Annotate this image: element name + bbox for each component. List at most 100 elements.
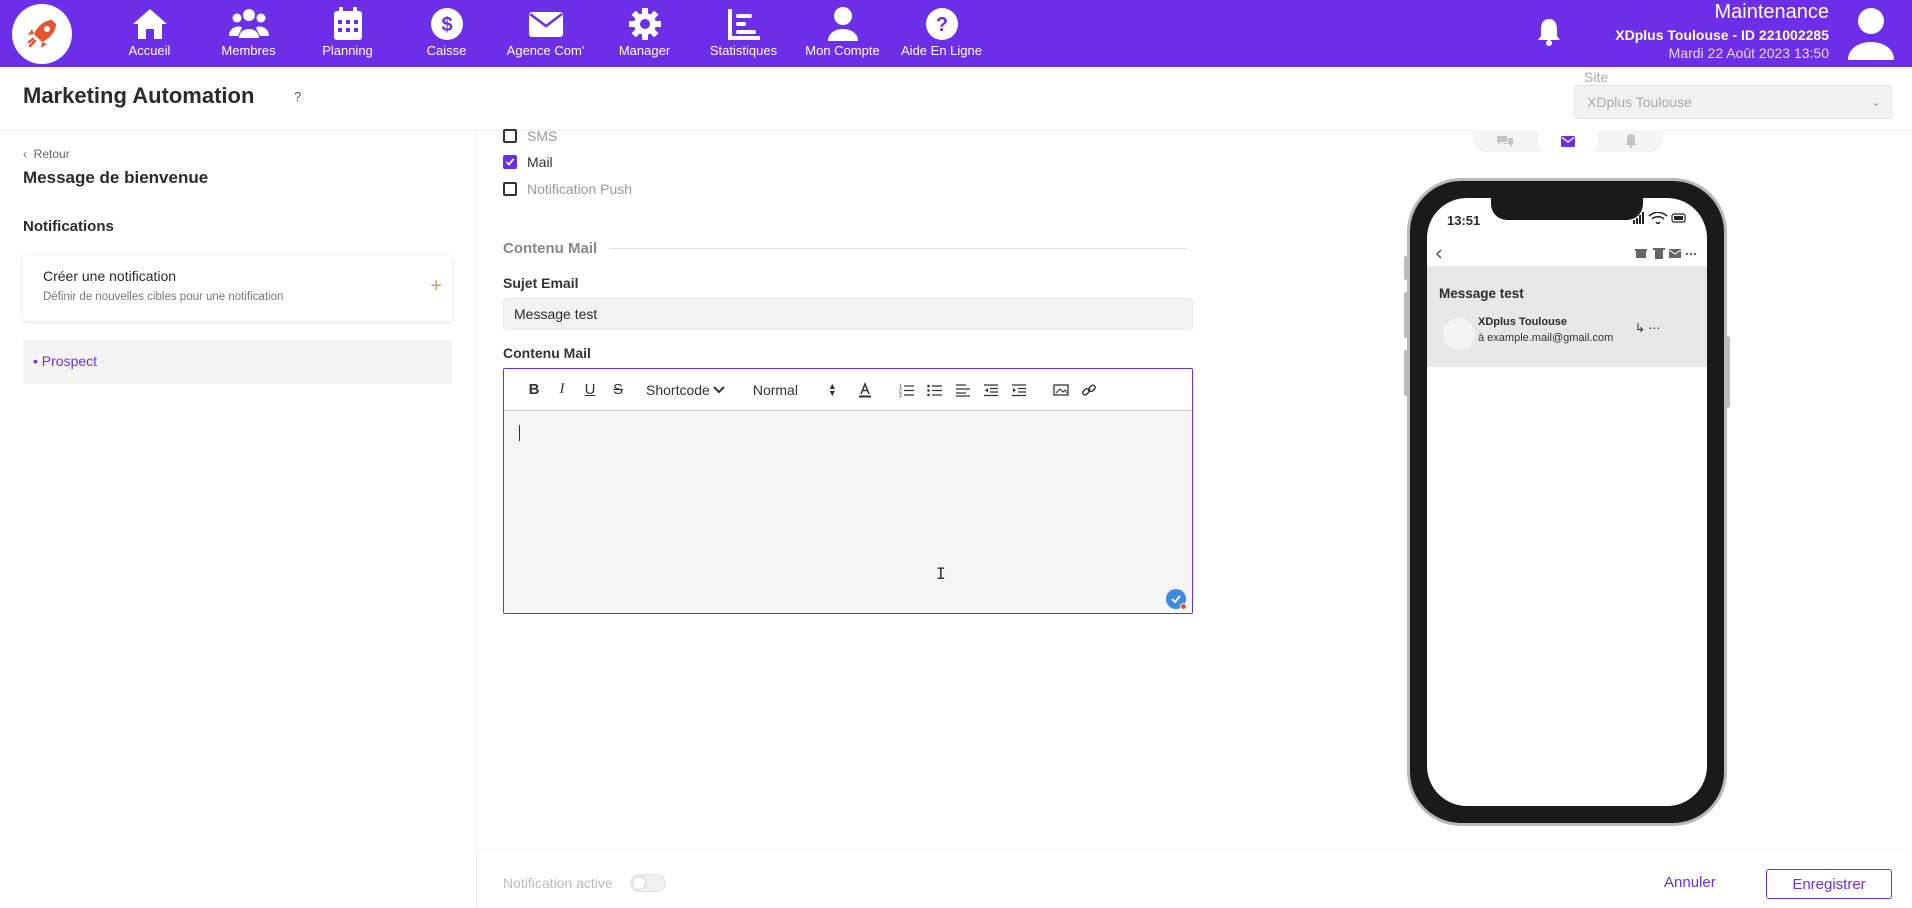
site-select[interactable]: XDplus Toulouse ⌄ — [1574, 85, 1892, 119]
italic-button[interactable]: I — [548, 377, 576, 403]
bullet-list-button[interactable] — [921, 377, 949, 403]
nav-label: Membres — [221, 43, 276, 58]
nav-label: Manager — [618, 43, 671, 58]
cancel-button[interactable]: Annuler — [1664, 874, 1716, 891]
editor-toolbar: B I U S Shortcode Normal ▲ ▼ 123 — [504, 369, 1192, 411]
notification-active-toggle[interactable] — [630, 874, 666, 892]
strikethrough-button[interactable]: S — [604, 377, 632, 403]
shortcode-dropdown[interactable]: Shortcode — [646, 382, 725, 398]
text-caret — [519, 425, 520, 441]
toggle-knob — [633, 877, 645, 889]
bold-button[interactable]: B — [520, 377, 548, 403]
help-icon: ? — [925, 8, 958, 40]
phone-mail-recipient: à example.mail@gmail.com — [1478, 332, 1614, 344]
outdent-icon — [983, 383, 998, 396]
tab-sms[interactable] — [1475, 130, 1535, 152]
subject-input[interactable]: Message test — [503, 298, 1193, 330]
check-icon — [505, 158, 515, 166]
nav-item-agence-com[interactable]: Agence Com' — [496, 0, 595, 67]
underline-button[interactable]: U — [576, 377, 604, 403]
notifications-heading: Notifications — [23, 218, 114, 235]
mode-label: Maintenance — [1714, 1, 1829, 23]
nav-label: Aide En Ligne — [901, 43, 982, 58]
channel-sms[interactable]: SMS — [503, 128, 557, 144]
rich-text-editor[interactable]: B I U S Shortcode Normal ▲ ▼ 123 — [503, 368, 1193, 614]
phone-side-button — [1726, 336, 1730, 408]
nav-item-membres[interactable]: Membres — [199, 0, 298, 67]
mail-label: Mail — [527, 154, 553, 170]
create-notification-title: Créer une notification — [43, 268, 177, 284]
nav-item-aide-en-ligne[interactable]: ? Aide En Ligne — [892, 0, 991, 67]
dollar-icon: $ — [430, 8, 463, 40]
phone-screen: 13:51 Message test XDplus Toulouse à exa… — [1427, 198, 1707, 806]
main-nav: Accueil Membres Planning $ Caisse Agence… — [100, 0, 991, 67]
sidebar-item-prospect[interactable]: • Prospect — [23, 340, 452, 384]
plus-icon[interactable]: + — [430, 275, 442, 298]
top-navigation-bar: Accueil Membres Planning $ Caisse Agence… — [0, 0, 1912, 67]
help-button[interactable]: ? — [294, 89, 301, 104]
nav-item-planning[interactable]: Planning — [298, 0, 397, 67]
user-icon — [827, 7, 858, 41]
site-select-value: XDplus Toulouse — [1587, 94, 1692, 110]
editor-content-area[interactable] — [504, 411, 1192, 613]
push-label: Notification Push — [527, 181, 633, 197]
sms-checkbox[interactable] — [503, 129, 517, 143]
nav-item-caisse[interactable]: $ Caisse — [397, 0, 496, 67]
ordered-list-icon: 123 — [899, 384, 914, 397]
indent-icon — [1011, 383, 1026, 396]
site-id: XDplus Toulouse - ID 221002285 — [1615, 27, 1829, 43]
rocket-logo-icon[interactable] — [12, 4, 72, 64]
link-icon — [1081, 383, 1096, 396]
channel-mail[interactable]: Mail — [503, 154, 553, 170]
outdent-button[interactable] — [977, 377, 1005, 403]
size-dropdown[interactable]: Normal ▲ ▼ — [752, 381, 837, 398]
push-checkbox[interactable] — [503, 182, 517, 196]
divider — [609, 248, 1187, 249]
tab-mail[interactable] — [1537, 130, 1598, 152]
chat-icon — [1496, 136, 1513, 147]
tab-push[interactable] — [1601, 130, 1661, 152]
phone-mail-toolbar — [1427, 242, 1707, 266]
back-label: Retour — [33, 147, 70, 161]
align-button[interactable] — [949, 377, 977, 403]
nav-label: Caisse — [426, 43, 467, 58]
back-link[interactable]: ‹ Retour — [23, 147, 70, 161]
indent-button[interactable] — [1005, 377, 1033, 403]
save-button[interactable]: Enregistrer — [1766, 869, 1892, 899]
envelope-icon — [528, 12, 563, 37]
phone-side-button — [1404, 256, 1408, 280]
text-cursor-icon: I — [936, 564, 946, 583]
nav-item-accueil[interactable]: Accueil — [100, 0, 199, 67]
nav-item-statistiques[interactable]: Statistiques — [694, 0, 793, 67]
bell-icon[interactable] — [1533, 16, 1565, 48]
create-notification-card[interactable]: Créer une notification Définir de nouvel… — [23, 255, 452, 321]
page-header: Marketing Automation ? Site XDplus Toulo… — [0, 67, 1912, 131]
mail-checkbox[interactable] — [503, 155, 517, 169]
text-color-button[interactable] — [851, 377, 879, 403]
nav-item-manager[interactable]: Manager — [595, 0, 694, 67]
shortcode-label: Shortcode — [646, 381, 710, 398]
size-label: Normal — [752, 381, 798, 398]
user-info: Maintenance XDplus Toulouse - ID 2210022… — [1615, 0, 1829, 61]
chevron-down-icon: ⌄ — [1870, 95, 1881, 109]
image-button[interactable] — [1047, 377, 1075, 403]
nav-label: Mon Compte — [805, 43, 880, 58]
home-icon — [132, 9, 167, 39]
nav-label: Agence Com' — [506, 43, 585, 58]
chevron-down-icon — [713, 385, 725, 393]
phone-side-button — [1404, 292, 1408, 338]
link-button[interactable] — [1075, 377, 1103, 403]
section-contenu-mail: Contenu Mail — [503, 240, 1187, 257]
status-bar-icons — [1633, 212, 1686, 224]
grammar-check-icon[interactable] — [1166, 589, 1187, 610]
envelope-icon — [1560, 135, 1575, 147]
gear-icon — [628, 8, 661, 40]
message-title: Message de bienvenue — [23, 168, 209, 187]
bullet-list-icon — [927, 384, 942, 396]
nav-item-mon-compte[interactable]: Mon Compte — [793, 0, 892, 67]
ordered-list-button[interactable]: 123 — [893, 377, 921, 403]
channel-push[interactable]: Notification Push — [503, 181, 632, 197]
svg-text:$: $ — [441, 14, 452, 36]
avatar-icon[interactable] — [1846, 6, 1896, 60]
phone-mail-header: Message test XDplus Toulouse à example.m… — [1427, 266, 1707, 367]
